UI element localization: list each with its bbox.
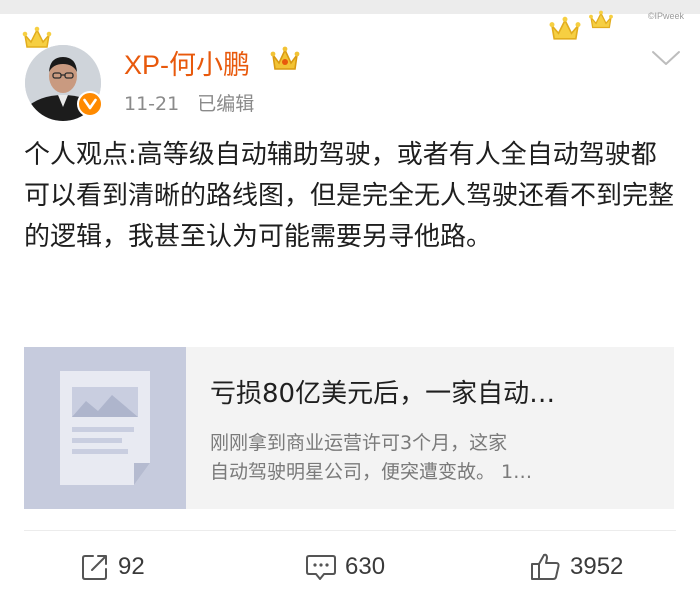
comment-count: 630 bbox=[345, 553, 386, 580]
post-date: 11-21 bbox=[124, 93, 180, 115]
post-text: 个人观点:高等级自动辅助驾驶，或者有人全自动驾驶都可以看到清晰的路线图，但是完全… bbox=[24, 140, 675, 252]
card-description-line: 自动驾驶明星公司，便突遭变故。 1… bbox=[210, 461, 533, 483]
crown-icon bbox=[270, 46, 300, 70]
card-description: 刚刚拿到商业运营许可3个月，这家 自动驾驶明星公司，便突遭变故。 1… bbox=[210, 429, 655, 487]
post-meta: 11-21 已编辑 bbox=[124, 89, 254, 116]
chevron-down-icon[interactable] bbox=[650, 48, 682, 68]
card-title: 亏损80亿美元后，一家自动… bbox=[210, 379, 556, 409]
card-thumbnail bbox=[24, 347, 186, 509]
comment-button[interactable]: 630 bbox=[305, 550, 385, 584]
repost-count: 92 bbox=[118, 553, 145, 580]
repost-button[interactable]: 92 bbox=[80, 550, 145, 584]
divider bbox=[24, 530, 676, 531]
crown-decoration-icon bbox=[589, 10, 613, 29]
card-description-line: 刚刚拿到商业运营许可3个月，这家 bbox=[210, 432, 508, 454]
thumbs-up-icon bbox=[531, 553, 560, 580]
like-button[interactable]: 3952 bbox=[530, 550, 623, 584]
crown-decoration-icon bbox=[22, 26, 52, 48]
watermark: ©IPweek bbox=[647, 11, 684, 21]
article-placeholder-icon bbox=[60, 371, 150, 485]
verified-v-icon bbox=[77, 91, 103, 117]
link-card[interactable]: 亏损80亿美元后，一家自动… 刚刚拿到商业运营许可3个月，这家 自动驾驶明星公司… bbox=[24, 347, 674, 509]
comment-icon bbox=[306, 555, 336, 580]
edit-status[interactable]: 已编辑 bbox=[197, 93, 254, 115]
share-icon bbox=[82, 555, 107, 580]
crown-decoration-icon bbox=[549, 16, 581, 40]
like-count: 3952 bbox=[570, 553, 624, 580]
author-name[interactable]: XP-何小鹏 bbox=[124, 43, 250, 82]
